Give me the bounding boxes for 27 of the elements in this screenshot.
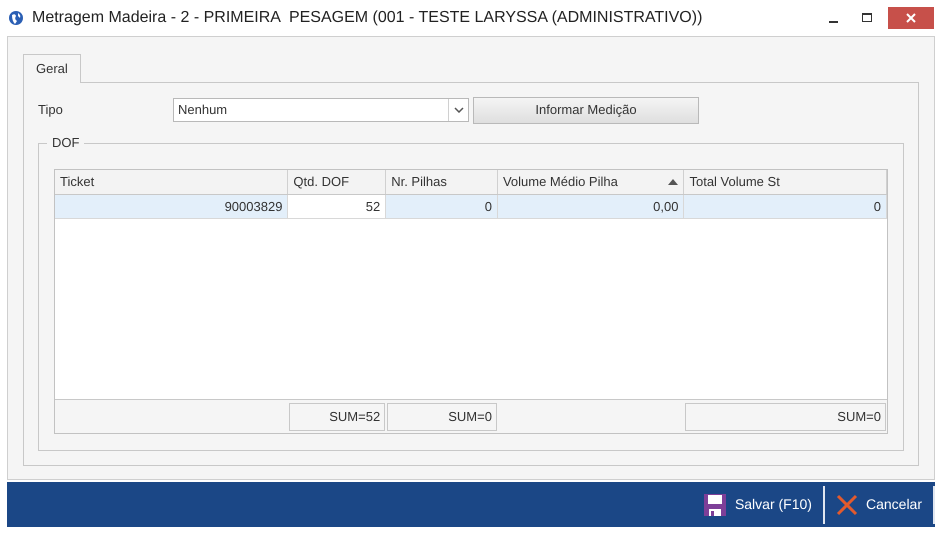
- sort-ascending-icon: [668, 179, 678, 185]
- type-dropdown[interactable]: Nenhum: [173, 98, 469, 122]
- globe-icon: [8, 10, 24, 26]
- save-button[interactable]: Salvar (F10): [692, 486, 825, 524]
- table-cell: 0: [386, 195, 498, 218]
- cancel-button[interactable]: Cancelar: [824, 486, 935, 524]
- inform-measurement-button[interactable]: Informar Medição: [473, 96, 699, 124]
- column-header[interactable]: Volume Médio Pilha: [498, 170, 684, 194]
- chevron-down-icon: [454, 107, 464, 113]
- summary-cell: SUM=0: [685, 402, 886, 430]
- column-header[interactable]: Qtd. DOF: [288, 170, 386, 194]
- close-button[interactable]: [888, 7, 934, 29]
- column-header[interactable]: Total Volume St: [684, 170, 887, 194]
- field-label: Tipo: [38, 101, 64, 120]
- minimize-icon: [828, 20, 838, 22]
- tab[interactable]: Geral: [23, 54, 81, 83]
- summary-cell: SUM=52: [289, 402, 386, 430]
- column-header[interactable]: Nr. Pilhas: [386, 170, 498, 194]
- close-icon: [906, 13, 916, 23]
- maximize-icon: [862, 13, 872, 23]
- close-icon: [836, 494, 858, 516]
- table-cell: 0,00: [498, 195, 684, 218]
- column-header[interactable]: Ticket: [55, 170, 288, 194]
- table-cell: 0: [684, 195, 887, 218]
- window-title: Metragem Madeira - 2 - PRIMEIRA PESAGEM (001 - TESTE LARYSSA (ADMINISTRATIVO)): [32, 8, 702, 28]
- summary-cell: SUM=0: [387, 402, 497, 430]
- table-cell: 90003829: [55, 195, 288, 218]
